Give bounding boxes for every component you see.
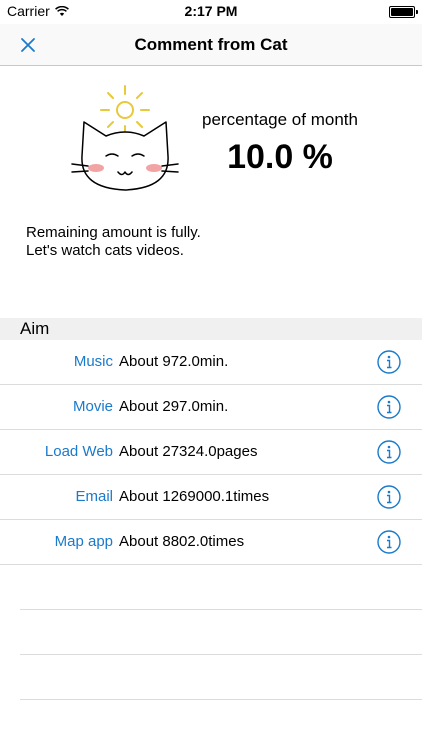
row-label: Load Web bbox=[44, 443, 113, 460]
sun-icon bbox=[100, 85, 150, 133]
empty-row bbox=[20, 565, 422, 610]
info-icon[interactable] bbox=[377, 395, 401, 419]
row-value: About 972.0min. bbox=[119, 353, 229, 370]
info-icon[interactable] bbox=[377, 530, 401, 554]
section-title: Aim bbox=[20, 319, 50, 338]
status-time: 2:17 PM bbox=[184, 3, 238, 19]
status-bar: Carrier 2:17 PM bbox=[0, 0, 422, 24]
row-label: Movie bbox=[72, 398, 113, 415]
row-value: About 297.0min. bbox=[119, 398, 229, 415]
cat-sun-illustration bbox=[71, 85, 179, 191]
row-value: About 27324.0pages bbox=[119, 443, 258, 460]
row-label: Music bbox=[73, 353, 113, 370]
percentage-value: 10.0 % bbox=[227, 138, 333, 176]
percentage-label: percentage of month bbox=[202, 110, 358, 129]
cat-message: Remaining amount is fully. Let's watch c… bbox=[26, 224, 201, 260]
list-item-email: Email About 1269000.1times bbox=[0, 475, 422, 520]
empty-row bbox=[20, 610, 422, 655]
navigation-bar: Comment from Cat bbox=[0, 24, 422, 66]
list-item-music: Music About 972.0min. bbox=[0, 340, 422, 385]
cat-face bbox=[71, 121, 179, 191]
message-line-1: Remaining amount is fully. bbox=[26, 224, 201, 241]
info-icon[interactable] bbox=[377, 440, 401, 464]
section-header-aim: Aim bbox=[0, 318, 422, 340]
info-icon[interactable] bbox=[377, 350, 401, 374]
page-title: Comment from Cat bbox=[134, 35, 288, 54]
list-item-map-app: Map app About 8802.0times bbox=[0, 520, 422, 565]
row-label: Map app bbox=[54, 533, 113, 550]
battery-icon bbox=[389, 6, 418, 18]
info-icon[interactable] bbox=[377, 485, 401, 509]
row-value: About 1269000.1times bbox=[119, 488, 270, 505]
row-label: Email bbox=[75, 488, 113, 505]
row-value: About 8802.0times bbox=[119, 533, 245, 550]
aim-list: Music About 972.0min. Movie About 297.0m… bbox=[0, 340, 422, 700]
list-item-load-web: Load Web About 27324.0pages bbox=[0, 430, 422, 475]
message-line-2: Let's watch cats videos. bbox=[26, 242, 184, 259]
empty-row bbox=[20, 655, 422, 700]
list-item-movie: Movie About 297.0min. bbox=[0, 385, 422, 430]
